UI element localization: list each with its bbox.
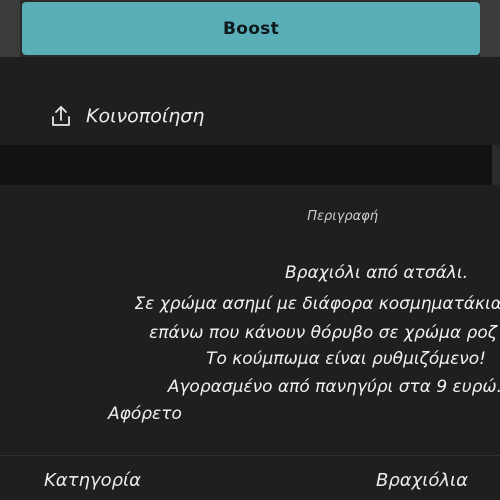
top-bar-right-edge: [480, 0, 500, 57]
section-divider-edge: [492, 145, 500, 185]
description-line: Σε χρώμα ασημί με διάφορα κοσμηματάκια: [134, 294, 500, 314]
top-bar-left-edge: [0, 0, 20, 57]
description-line: επάνω που κάνουν θόρυβο σε χρώμα ροζ: [149, 323, 497, 343]
category-value[interactable]: Βραχιόλια: [376, 470, 468, 491]
description-line: Αγορασμένο από πανηγύρι στα 9 ευρώ.: [167, 377, 500, 397]
share-button[interactable]: Κοινοποίηση: [48, 96, 204, 136]
share-icon: [52, 106, 70, 126]
category-label: Κατηγορία: [44, 470, 141, 491]
category-divider: [0, 455, 500, 456]
description-line: Αφόρετο: [108, 404, 182, 424]
section-divider: [0, 145, 500, 185]
description-line: Το κούμπωμα είναι ρυθμιζόμενο!: [206, 349, 486, 369]
boost-button[interactable]: Boost: [22, 2, 480, 55]
description-heading: Περιγραφή: [307, 209, 378, 224]
share-label: Κοινοποίηση: [86, 105, 205, 127]
description-line: Βραχιόλι από ατσάλι.: [285, 263, 468, 283]
